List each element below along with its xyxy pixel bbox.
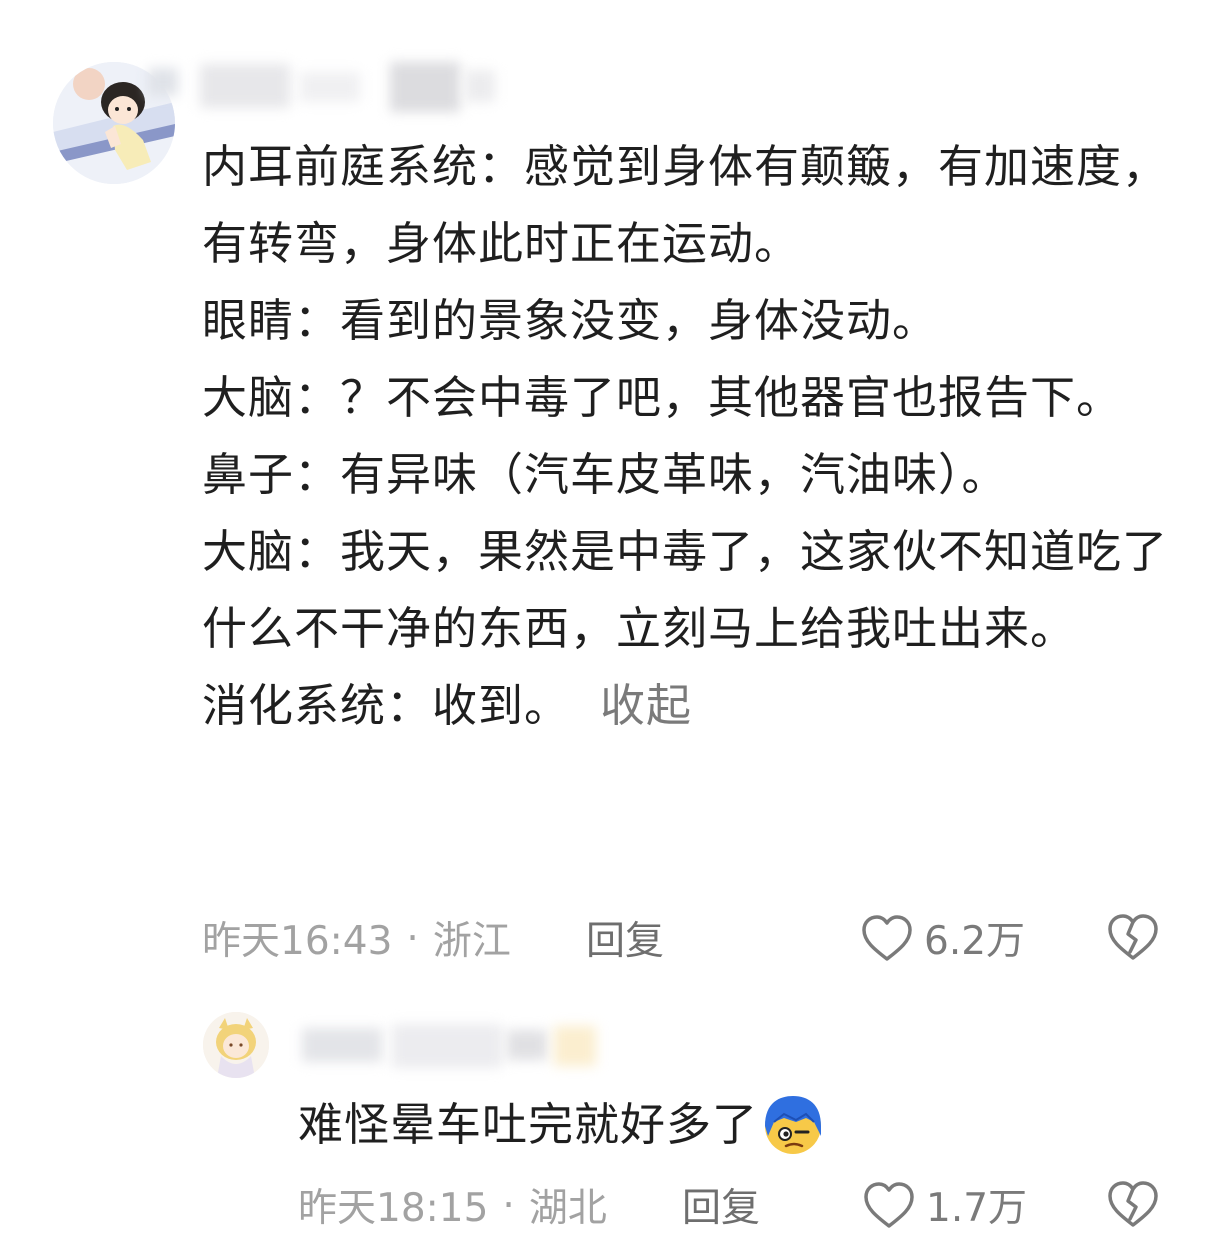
collapse-button[interactable]: 收起 [600,679,692,732]
heart-outline-icon [860,913,914,963]
comment-line: 大脑：我天，果然是中毒了，这家伙不知道吃了什么不干净的东西，立刻马上给我吐出来。 [202,525,1169,655]
blue-hair-face-emoji [760,1092,826,1158]
reply-button[interactable]: 回复 [586,910,664,966]
comment-meta: 昨天16:43 · 浙江 回复 [202,910,1202,966]
timestamp: 昨天16:43 [202,919,393,964]
dislike-button[interactable] [1106,912,1160,966]
reply-body: 难怪晕车吐完就好多了 [298,1090,826,1160]
comment-line: 内耳前庭系统：感觉到身体有颠簸，有加速度，有转弯，身体此时正在运动。 [202,140,1169,270]
reply-dislike-button[interactable] [1106,1179,1160,1233]
separator: · [502,1182,515,1228]
like-count: 1.7万 [926,1186,1028,1231]
reply-text: 难怪晕车吐完就好多了 [298,1098,759,1151]
reply-username-masked [292,1018,612,1076]
broken-heart-icon [1106,914,1160,966]
comment-line-text: 消化系统：收到。 [202,679,571,732]
like-count: 6.2万 [924,919,1026,964]
comment-line: 眼睛：看到的景象没变，身体没动。 [202,294,939,347]
comment-body: 内耳前庭系统：感觉到身体有颠簸，有加速度，有转弯，身体此时正在运动。 眼睛：看到… [202,128,1182,744]
comment-line: 大脑：？不会中毒了吧，其他器官也报告下。 [202,371,1123,424]
like-button[interactable]: 6.2万 [860,912,1025,964]
broken-heart-icon [1106,1181,1160,1233]
username-masked [140,58,500,118]
reply-like-button[interactable]: 1.7万 [862,1179,1027,1231]
timestamp: 昨天18:15 [298,1186,489,1231]
comment-line-last: 消化系统：收到。 收起 [202,667,1182,744]
comment-line: 鼻子：有异味（汽车皮革味，汽油味）。 [202,448,1008,501]
heart-outline-icon [862,1180,916,1230]
reply-avatar[interactable] [203,1012,269,1078]
region: 浙江 [432,919,511,964]
separator: · [406,915,419,961]
region: 湖北 [528,1186,607,1231]
reply-button[interactable]: 回复 [682,1177,760,1233]
reply-meta: 昨天18:15 · 湖北 回复 [298,1177,1198,1233]
